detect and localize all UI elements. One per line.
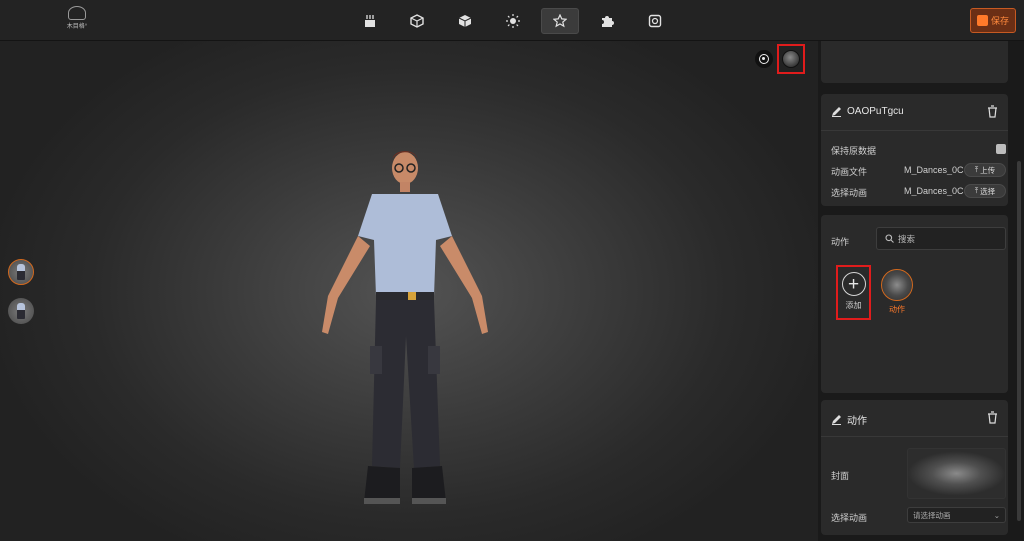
logo-text: 木目格° [66, 24, 88, 30]
action-detail-name: 动作 [847, 416, 867, 427]
upload-button[interactable]: ⤒ 上传 [964, 163, 1006, 177]
action-item-label: 动作 [889, 305, 905, 314]
cover-label: 封面 [831, 471, 850, 481]
add-label: 添加 [845, 301, 862, 310]
select-icon: ⤒ [974, 186, 979, 195]
search-icon [885, 234, 894, 243]
sphere-icon [782, 50, 800, 68]
tool-scene-button[interactable] [351, 8, 389, 34]
keep-data-label: 保持原数据 [831, 146, 877, 156]
delete-animation-icon[interactable] [987, 105, 998, 118]
search-placeholder: 搜索 [898, 233, 916, 244]
upload-icon: ⤒ [974, 165, 979, 174]
tool-effects-button[interactable] [541, 8, 579, 34]
star-icon [553, 14, 567, 28]
actions-card: 动作 搜索 + 添加 动作 [821, 215, 1008, 393]
tool-plugin-button[interactable] [588, 8, 626, 34]
animation-card: OAOPuTgcu 保持原数据 动画文件 M_Dances_0C ⤒ 上传 选择… [821, 94, 1008, 206]
cube-icon [458, 15, 472, 27]
tool-camera-button[interactable] [636, 8, 674, 34]
action-detail-title: 动作 [831, 412, 867, 427]
delete-action-icon[interactable] [987, 411, 998, 424]
select-anim-label: 选择动画 [831, 188, 868, 198]
puzzle-icon [602, 16, 614, 27]
card-divider [821, 436, 1008, 437]
3d-viewport[interactable] [0, 41, 818, 541]
action-search-input[interactable]: 搜索 [876, 227, 1006, 250]
upload-label: 上传 [980, 165, 996, 175]
character-thumb-2[interactable] [8, 298, 34, 324]
app-logo: 木目格° [60, 6, 94, 34]
action-detail-card: 动作 封面 选择动画 请选择动画 ⌄ [821, 400, 1008, 535]
target-icon [759, 54, 769, 64]
panel-scrollbar[interactable] [1017, 161, 1021, 521]
top-card [821, 41, 1008, 83]
save-label: 保存 [990, 16, 1009, 26]
animation-card-title: OAOPuTgcu [831, 106, 904, 117]
box-icon [410, 14, 424, 28]
anim-file-label: 动画文件 [831, 167, 868, 177]
save-button[interactable]: 保存 [970, 8, 1016, 33]
tool-light-button[interactable] [494, 8, 532, 34]
select-anim-value: M_Dances_0C [904, 186, 964, 196]
character-thumb-1[interactable] [8, 259, 34, 285]
plus-icon: + [841, 272, 866, 296]
edit-icon [832, 415, 841, 425]
environment-sphere-button[interactable] [777, 44, 805, 74]
properties-panel: OAOPuTgcu 保持原数据 动画文件 M_Dances_0C ⤒ 上传 选择… [818, 41, 1024, 541]
animation-select[interactable]: 请选择动画 ⌄ [907, 507, 1006, 523]
anim-file-value: M_Dances_0C [904, 165, 964, 175]
top-toolbar: 木目格° 保存 [0, 0, 1024, 41]
light-icon [506, 14, 520, 28]
tool-box-button[interactable] [398, 8, 436, 34]
keep-data-checkbox[interactable] [996, 144, 1006, 154]
tool-cube-button[interactable] [446, 8, 484, 34]
logo-mark-icon [68, 6, 86, 20]
select-button[interactable]: ⤒ 选择 [964, 184, 1006, 198]
cover-image-picker[interactable] [907, 448, 1006, 499]
select-label: 选择 [980, 186, 996, 196]
character-model[interactable] [300, 136, 510, 506]
character-mini-icon [17, 303, 25, 319]
actions-label: 动作 [831, 237, 850, 247]
edit-icon [832, 107, 841, 117]
camera-icon [648, 14, 662, 28]
detail-select-anim-label: 选择动画 [831, 513, 868, 523]
focus-target-button[interactable] [755, 50, 773, 68]
scene-icon [365, 15, 375, 27]
select-placeholder: 请选择动画 [913, 510, 951, 520]
save-icon [976, 15, 988, 26]
action-item[interactable]: 动作 [880, 269, 914, 315]
chevron-down-icon: ⌄ [993, 510, 1000, 520]
add-action-button[interactable]: + 添加 [836, 265, 871, 320]
animation-name: OAOPuTgcu [847, 106, 904, 117]
action-thumbnail [881, 269, 913, 301]
card-divider [821, 130, 1008, 131]
character-mini-icon [17, 264, 25, 280]
